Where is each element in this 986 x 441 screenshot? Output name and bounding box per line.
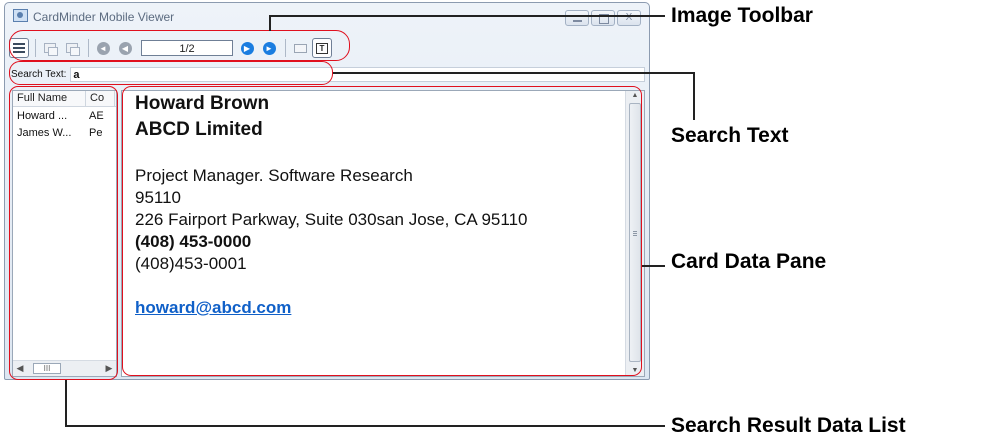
callout-label-search-result-list: Search Result Data List: [671, 414, 906, 437]
callout-label-search-text: Search Text: [671, 124, 789, 147]
leader-line-list: [65, 425, 665, 427]
app-icon: [13, 9, 28, 22]
callout-outline-toolbar: [9, 30, 350, 61]
close-icon: X: [625, 12, 633, 23]
minimize-icon: [573, 20, 582, 22]
leader-line-list: [65, 380, 67, 426]
callout-outline-search: [9, 61, 333, 85]
window-title: CardMinder Mobile Viewer: [33, 10, 175, 24]
leader-line-toolbar: [269, 15, 665, 17]
maximize-button[interactable]: [591, 10, 615, 26]
minimize-button[interactable]: [565, 10, 589, 26]
callout-outline-list: [9, 86, 118, 380]
window-controls: X: [563, 10, 641, 26]
callout-label-card-data-pane: Card Data Pane: [671, 250, 827, 273]
leader-line-card: [642, 265, 665, 267]
leader-line-search: [693, 72, 695, 120]
annotated-screenshot: CardMinder Mobile Viewer X ◄ ◀ 1/2 ▶ ► T…: [0, 0, 986, 441]
callout-label-image-toolbar: Image Toolbar: [671, 4, 813, 27]
callout-outline-card: [122, 86, 642, 376]
leader-line-toolbar: [269, 15, 271, 31]
close-button[interactable]: X: [617, 10, 641, 26]
title-bar: CardMinder Mobile Viewer X: [5, 3, 649, 31]
leader-line-search: [333, 72, 695, 74]
